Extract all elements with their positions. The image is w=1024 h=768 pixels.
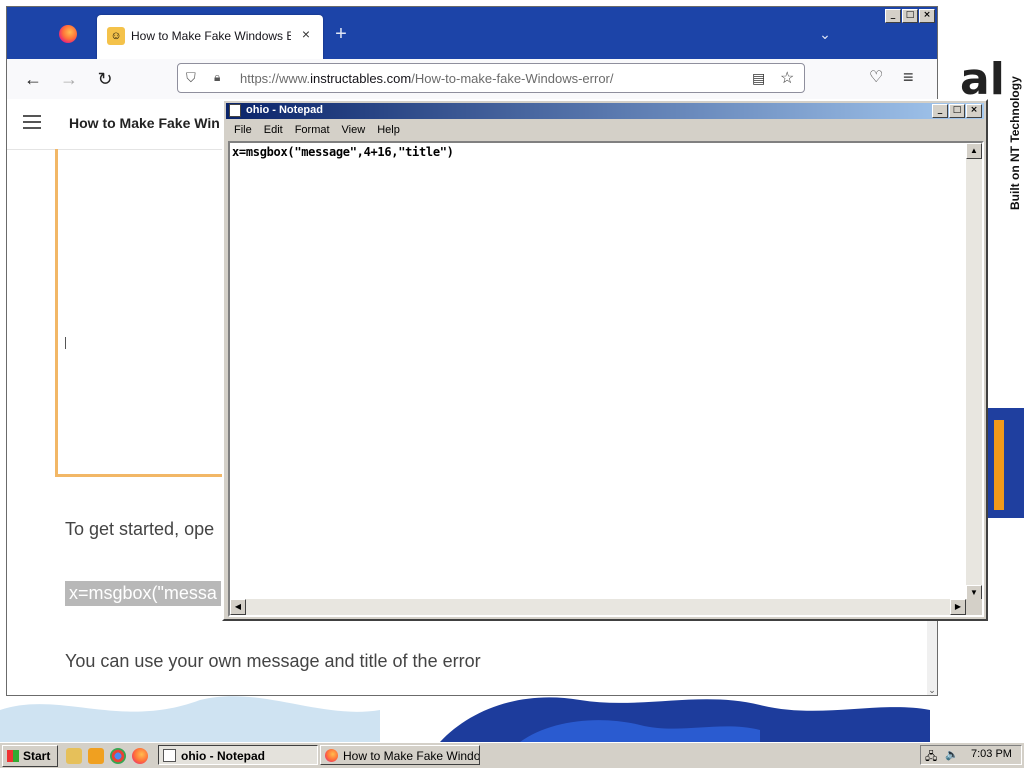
system-tray: 🖧 🔈 7:03 PM (920, 745, 1022, 765)
firefox-icon (325, 749, 338, 762)
brand-tagline: Built on NT Technology (1008, 76, 1022, 210)
firefox-logo-icon[interactable] (59, 25, 77, 43)
minimize-button[interactable]: _ (932, 104, 948, 118)
scroll-right-icon[interactable]: ▶ (950, 599, 966, 615)
menu-view[interactable]: View (336, 121, 372, 139)
brand-stripe-orange (994, 420, 1004, 510)
hamburger-menu-icon[interactable] (23, 115, 41, 129)
menu-edit[interactable]: Edit (258, 121, 289, 139)
menu-help[interactable]: Help (371, 121, 406, 139)
close-button[interactable]: × (966, 104, 982, 118)
explorer-icon[interactable] (66, 748, 82, 764)
tab-active[interactable]: ☺ How to Make Fake Windows Error : × (97, 15, 323, 59)
scroll-left-icon[interactable]: ◀ (230, 599, 246, 615)
tab-list-button[interactable]: ⌄ (815, 24, 835, 44)
tab-title: How to Make Fake Windows Error : (131, 29, 291, 43)
maximize-button[interactable]: □ (949, 104, 965, 118)
notepad-title: ohio - Notepad (246, 104, 323, 116)
tab-bar: ☺ How to Make Fake Windows Error : × + ⌄… (7, 7, 937, 59)
back-icon[interactable]: ← (21, 67, 45, 91)
start-button[interactable]: Start (2, 745, 58, 767)
scroll-up-icon[interactable]: ▲ (966, 143, 982, 159)
notepad-titlebar[interactable]: ohio - Notepad _ □ × (226, 103, 984, 119)
firefox-icon[interactable] (132, 748, 148, 764)
code-snippet: x=msgbox("messa (65, 581, 221, 606)
notepad-text-area[interactable]: x=msgbox("message",4+16,"title") ▲ ▼ ◀ ▶ (228, 141, 984, 617)
menu-format[interactable]: Format (289, 121, 336, 139)
horizontal-scrollbar[interactable]: ◀ ▶ (230, 599, 966, 615)
notepad-content[interactable]: x=msgbox("message",4+16,"title") (232, 145, 454, 159)
close-tab-icon[interactable]: × (297, 25, 315, 43)
article-title: How to Make Fake Win (69, 115, 220, 131)
chrome-icon[interactable] (110, 748, 126, 764)
url-text[interactable]: https://www.instructables.com/How-to-mak… (240, 71, 614, 86)
menu-icon[interactable]: ≡ (903, 67, 914, 88)
minimize-button[interactable]: _ (885, 9, 901, 23)
bookmark-star-icon[interactable]: ☆ (780, 68, 794, 88)
taskbar-item-notepad[interactable]: ohio - Notepad (158, 745, 318, 765)
notepad-icon (163, 749, 176, 762)
network-icon[interactable]: 🖧 (925, 748, 937, 767)
url-bar[interactable]: ⛉ 🔒︎ https://www.instructables.com/How-t… (177, 63, 805, 93)
pocket-icon[interactable]: ♡ (869, 67, 883, 87)
lock-icon[interactable]: 🔒︎ (214, 70, 220, 85)
close-button[interactable]: × (919, 9, 935, 23)
reader-view-icon[interactable]: ▤ (752, 70, 765, 87)
notepad-menubar: File Edit Format View Help (228, 121, 406, 139)
windows-logo-icon (7, 750, 19, 762)
reload-icon[interactable]: ↻ (93, 67, 117, 91)
brand-logo: al (960, 54, 1005, 105)
window-controls: _ □ × (885, 9, 935, 23)
notepad-window: ohio - Notepad _ □ × File Edit Format Vi… (222, 99, 988, 621)
site-favicon-icon: ☺ (107, 27, 125, 45)
resize-grip-icon[interactable] (966, 599, 982, 615)
wallpaper-art (0, 696, 930, 742)
scroll-down-icon[interactable]: ⌄ (927, 685, 937, 695)
maximize-button[interactable]: □ (902, 9, 918, 23)
forward-icon[interactable]: → (57, 67, 81, 91)
new-tab-button[interactable]: + (331, 24, 351, 44)
volume-icon[interactable]: 🔈 (945, 748, 959, 761)
article-paragraph-2: You can use your own message and title o… (65, 651, 481, 671)
notepad-window-controls: _ □ × (932, 104, 982, 118)
text-cursor (65, 337, 66, 349)
notepad-icon (229, 104, 241, 117)
article-paragraph: To get started, ope (65, 519, 215, 539)
taskbar-item-firefox[interactable]: How to Make Fake Windo... (320, 745, 480, 765)
nav-bar: ← → ↻ ⛉ 🔒︎ https://www.instructables.com… (7, 59, 937, 100)
vertical-scrollbar[interactable]: ▲ ▼ (966, 143, 982, 601)
media-player-icon[interactable] (88, 748, 104, 764)
shield-icon[interactable]: ⛉ (186, 70, 196, 86)
menu-file[interactable]: File (228, 121, 258, 139)
clock[interactable]: 7:03 PM (971, 748, 1012, 760)
taskbar: Start ohio - Notepad How to Make Fake Wi… (0, 742, 1024, 768)
